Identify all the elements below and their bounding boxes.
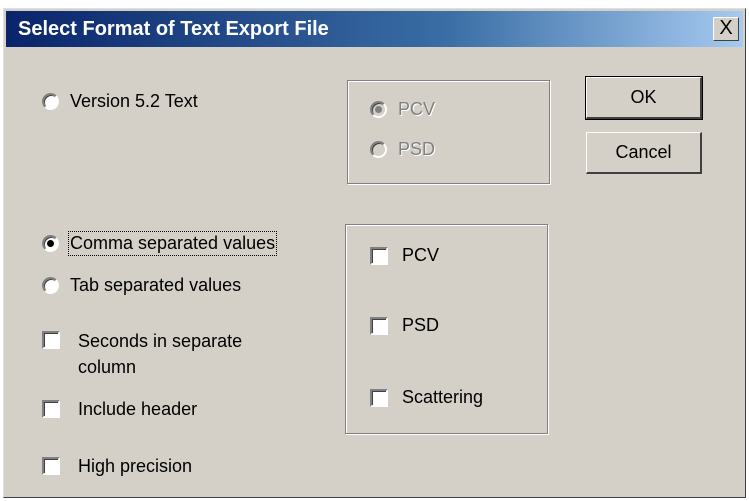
tab-separated-label: Tab separated values — [70, 275, 242, 295]
comma-separated-label: Comma separated values — [67, 231, 278, 256]
high-precision-label: High precision — [78, 456, 193, 476]
cancel-button[interactable]: Cancel — [586, 132, 702, 174]
cancel-button-label: Cancel — [615, 142, 672, 162]
version-5-2-label: Version 5.2 Text — [70, 91, 198, 111]
psd-label: PSD — [402, 315, 440, 335]
comma-separated-radio[interactable] — [42, 235, 59, 252]
pcv-label: PCV — [402, 245, 440, 265]
pcv-checkbox[interactable] — [370, 247, 388, 265]
seconds-label-line2: column — [78, 357, 137, 377]
close-icon: X — [719, 17, 733, 39]
tab-separated-radio[interactable] — [42, 277, 59, 294]
version-suboptions-group — [347, 80, 550, 184]
close-button[interactable]: X — [713, 17, 739, 41]
version-5-2-radio[interactable] — [42, 93, 59, 110]
version-pcv-label: PCV — [398, 99, 436, 119]
title-bar: Select Format of Text Export File X — [6, 11, 743, 47]
export-format-dialog: Select Format of Text Export File X Vers… — [3, 8, 746, 498]
psd-checkbox[interactable] — [370, 317, 388, 335]
ok-button-label: OK — [630, 87, 657, 107]
seconds-separate-column-checkbox[interactable] — [42, 331, 60, 349]
scattering-checkbox[interactable] — [370, 389, 388, 407]
version-pcv-radio[interactable] — [370, 101, 387, 118]
version-psd-radio[interactable] — [370, 141, 387, 158]
version-psd-label: PSD — [398, 139, 436, 159]
dialog-title: Select Format of Text Export File — [18, 18, 329, 40]
high-precision-checkbox[interactable] — [42, 457, 60, 475]
seconds-label-line1: Seconds in separate — [78, 331, 243, 351]
include-header-checkbox[interactable] — [42, 400, 60, 418]
scattering-label: Scattering — [402, 387, 484, 407]
include-header-label: Include header — [78, 399, 198, 419]
ok-button[interactable]: OK — [585, 76, 703, 120]
